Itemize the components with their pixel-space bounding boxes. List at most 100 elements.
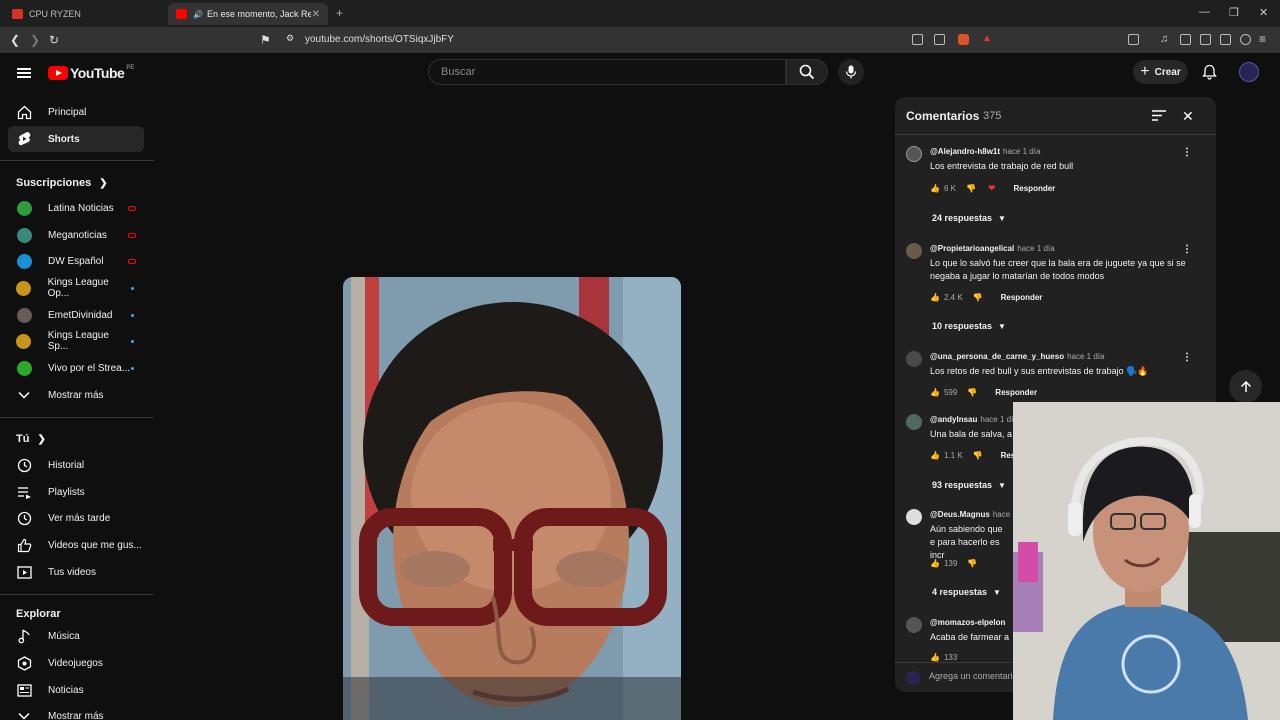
menu-icon[interactable]: ≡: [1259, 32, 1266, 46]
live-icon: [128, 205, 136, 211]
sidebar-item-liked-videos[interactable]: Videos que me gus...: [8, 532, 144, 558]
sidebar-item-watch-later[interactable]: Ver más tarde: [8, 505, 144, 531]
sort-icon[interactable]: [1152, 110, 1166, 121]
replies-count: 93 respuestas: [932, 480, 993, 490]
like-icon[interactable]: 👍: [930, 184, 940, 193]
sidebar-item-gaming[interactable]: Videojuegos: [8, 650, 144, 676]
sidebar-item-subscription[interactable]: Vivo por el Strea...: [8, 355, 144, 381]
browser-tab-active[interactable]: 🔊 En ese momento, Jack Reache ✕: [168, 3, 328, 25]
bookmark-icon[interactable]: ⚑: [260, 33, 271, 47]
dislike-icon[interactable]: 👎: [967, 559, 977, 568]
commenter-avatar[interactable]: [906, 414, 922, 430]
sidebar-item-subscription[interactable]: DW Español: [8, 248, 144, 274]
comment-author[interactable]: @Propietarioangelical hace 1 día: [930, 244, 1055, 253]
view-replies-button[interactable]: 4 respuestas ▼: [932, 587, 1001, 597]
comment-more-icon[interactable]: ⋮: [1182, 352, 1192, 363]
restore-icon[interactable]: ❐: [1229, 6, 1239, 19]
sidebar-item-home[interactable]: Principal: [8, 99, 144, 125]
news-icon: [16, 682, 32, 698]
cast-icon[interactable]: [912, 34, 923, 45]
comment-text: Los entrevista de trabajo de red bull: [930, 161, 1074, 171]
tab-close-icon[interactable]: ✕: [312, 9, 320, 20]
previous-short-button[interactable]: [1229, 370, 1262, 403]
vpn-icon[interactable]: [1240, 34, 1251, 45]
commenter-avatar[interactable]: [906, 146, 922, 162]
browser-tab[interactable]: CPU RYZEN: [4, 3, 166, 25]
like-icon[interactable]: 👍: [930, 293, 940, 302]
comment-author[interactable]: @una_persona_de_carne_y_hueso hace 1 día: [930, 352, 1104, 361]
minimize-icon[interactable]: —: [1199, 6, 1210, 18]
back-icon[interactable]: ❮: [10, 33, 20, 47]
voice-search-button[interactable]: [838, 59, 864, 85]
screenshot-icon[interactable]: [1128, 34, 1139, 45]
sidebar-item-shorts[interactable]: Shorts: [8, 126, 144, 152]
address-bar[interactable]: youtube.com/shorts/OTSiqxJjbFY: [305, 34, 454, 45]
guide-menu-icon[interactable]: [17, 68, 31, 78]
history-icon: [16, 457, 32, 473]
reload-icon[interactable]: ↻: [49, 33, 59, 47]
commenter-avatar[interactable]: [906, 351, 922, 367]
search-button[interactable]: [786, 59, 828, 85]
rewards-icon[interactable]: ▲: [982, 33, 992, 44]
show-more-button[interactable]: Mostrar más: [8, 382, 144, 408]
music-control-icon[interactable]: ♫: [1160, 33, 1168, 45]
sidebar-item-history[interactable]: Historial: [8, 452, 144, 478]
wallet-icon[interactable]: [1200, 34, 1211, 45]
sidebar-item-subscription[interactable]: Latina Noticias: [8, 195, 144, 221]
account-avatar[interactable]: [1239, 62, 1259, 82]
brave-shield-icon[interactable]: [958, 34, 969, 45]
subscriptions-heading[interactable]: Suscripciones ❯: [16, 177, 108, 189]
view-replies-button[interactable]: 93 respuestas ▼: [932, 480, 1006, 490]
browser-toolbar: ❮ ❯ ↻ ⚑ ⚙ youtube.com/shorts/OTSiqxJjbFY…: [0, 27, 1280, 53]
share-icon[interactable]: [934, 34, 945, 45]
comment-author[interactable]: @momazos-elpelon: [930, 618, 1005, 627]
create-button[interactable]: + Crear: [1133, 60, 1188, 84]
view-replies-button[interactable]: 24 respuestas ▼: [932, 213, 1006, 223]
sidebar-item-label: Ver más tarde: [48, 512, 111, 524]
reply-button[interactable]: Responder: [1001, 293, 1043, 302]
close-comments-icon[interactable]: ✕: [1182, 108, 1194, 125]
youtube-logo[interactable]: YouTube PE: [48, 65, 134, 81]
show-more-button[interactable]: Mostrar más: [8, 703, 144, 720]
sidebar-item-your-videos[interactable]: Tus videos: [8, 559, 144, 585]
shorts-video-player[interactable]: [343, 277, 681, 720]
new-tab-icon[interactable]: +: [336, 6, 343, 20]
sidebar-item-subscription[interactable]: Meganoticias: [8, 222, 144, 248]
like-count: 599: [943, 388, 958, 397]
tab-title: En ese momento, Jack Reache: [206, 9, 311, 19]
sidebar-item-subscription[interactable]: Kings League Sp...: [8, 328, 144, 354]
reply-button[interactable]: Responder: [1014, 184, 1056, 193]
sidebar-item-subscription[interactable]: Kings League Op...: [8, 275, 144, 301]
search-input[interactable]: [429, 60, 785, 84]
site-info-icon[interactable]: ⚙: [286, 33, 294, 44]
forward-icon[interactable]: ❯: [30, 33, 40, 47]
reply-button[interactable]: Responder: [995, 388, 1037, 397]
leo-icon[interactable]: [1220, 34, 1231, 45]
like-icon[interactable]: 👍: [930, 559, 940, 568]
comment-more-icon[interactable]: ⋮: [1182, 244, 1192, 255]
like-icon[interactable]: 👍: [930, 451, 940, 460]
you-heading[interactable]: Tú ❯: [16, 433, 46, 445]
like-icon[interactable]: 👍: [930, 388, 940, 397]
view-replies-button[interactable]: 10 respuestas ▼: [932, 321, 1006, 331]
commenter-avatar[interactable]: [906, 617, 922, 633]
sidebar-item-subscription[interactable]: EmetDivinidad: [8, 302, 144, 328]
notifications-bell-icon[interactable]: [1202, 64, 1217, 80]
dislike-icon[interactable]: 👎: [966, 184, 976, 193]
dislike-icon[interactable]: 👎: [967, 388, 977, 397]
sidebar-item-music[interactable]: Música: [8, 623, 144, 649]
dislike-icon[interactable]: 👎: [973, 451, 983, 460]
comment-author[interactable]: @Alejandro-h8w1t hace 1 día: [930, 147, 1040, 156]
commenter-avatar[interactable]: [906, 243, 922, 259]
dislike-icon[interactable]: 👎: [973, 293, 983, 302]
comment-more-icon[interactable]: ⋮: [1182, 147, 1192, 158]
sidebar-toggle-icon[interactable]: [1180, 34, 1191, 45]
commenter-avatar[interactable]: [906, 509, 922, 525]
comment-author[interactable]: @andylnsau hace 1 día: [930, 415, 1018, 424]
new-content-dot: [131, 286, 134, 290]
close-window-icon[interactable]: ✕: [1259, 6, 1268, 19]
sidebar-item-playlists[interactable]: Playlists: [8, 479, 144, 505]
comment-author[interactable]: @Deus.Magnus hace: [930, 510, 1010, 519]
like-icon[interactable]: 👍: [930, 653, 940, 662]
sidebar-item-news[interactable]: Noticias: [8, 677, 144, 703]
